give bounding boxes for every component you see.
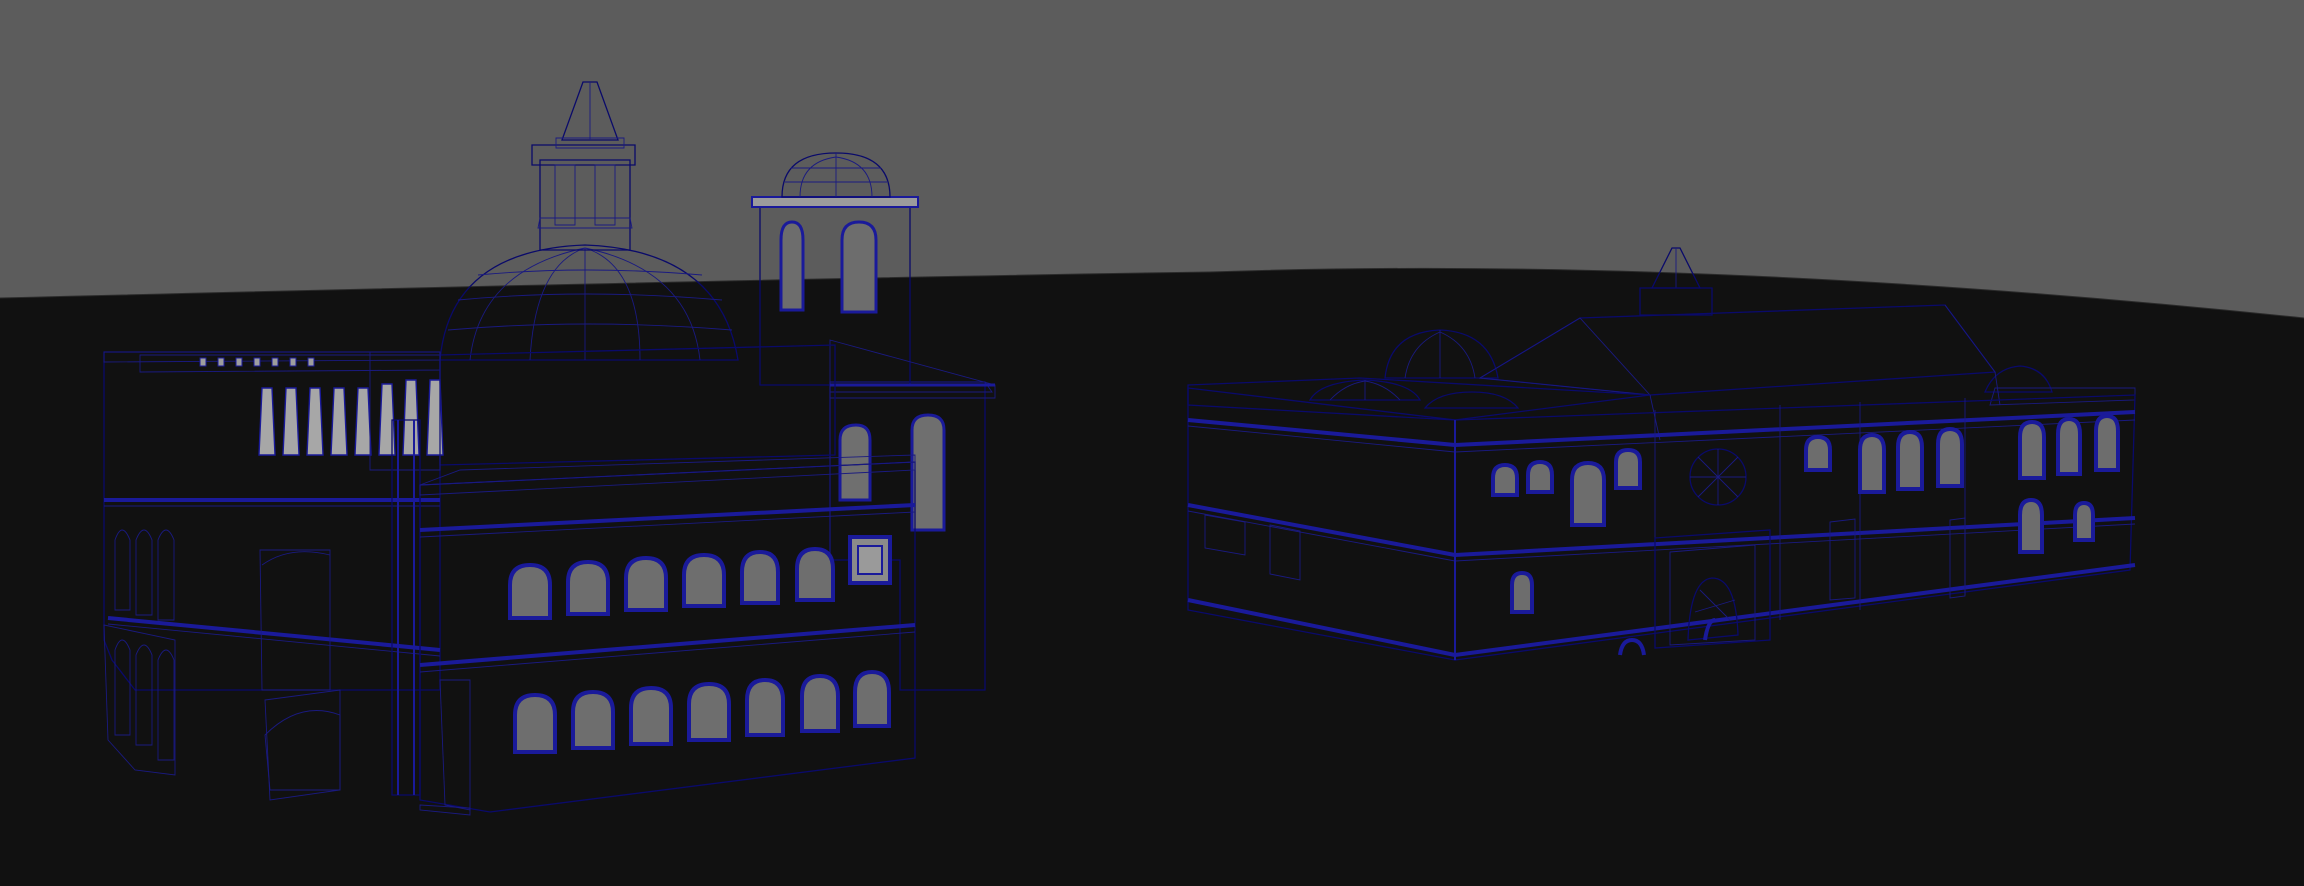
viewport-canvas[interactable] bbox=[0, 0, 2304, 886]
ground-plane bbox=[0, 268, 2304, 886]
tower-arch-window bbox=[840, 220, 878, 314]
perspective-viewport[interactable] bbox=[0, 0, 2304, 886]
rear-arch-window bbox=[910, 413, 946, 532]
rear-arch-window bbox=[838, 423, 872, 502]
tower-arch-window bbox=[779, 220, 805, 312]
viewport-background bbox=[0, 0, 2304, 318]
rose-window bbox=[1689, 448, 1747, 506]
